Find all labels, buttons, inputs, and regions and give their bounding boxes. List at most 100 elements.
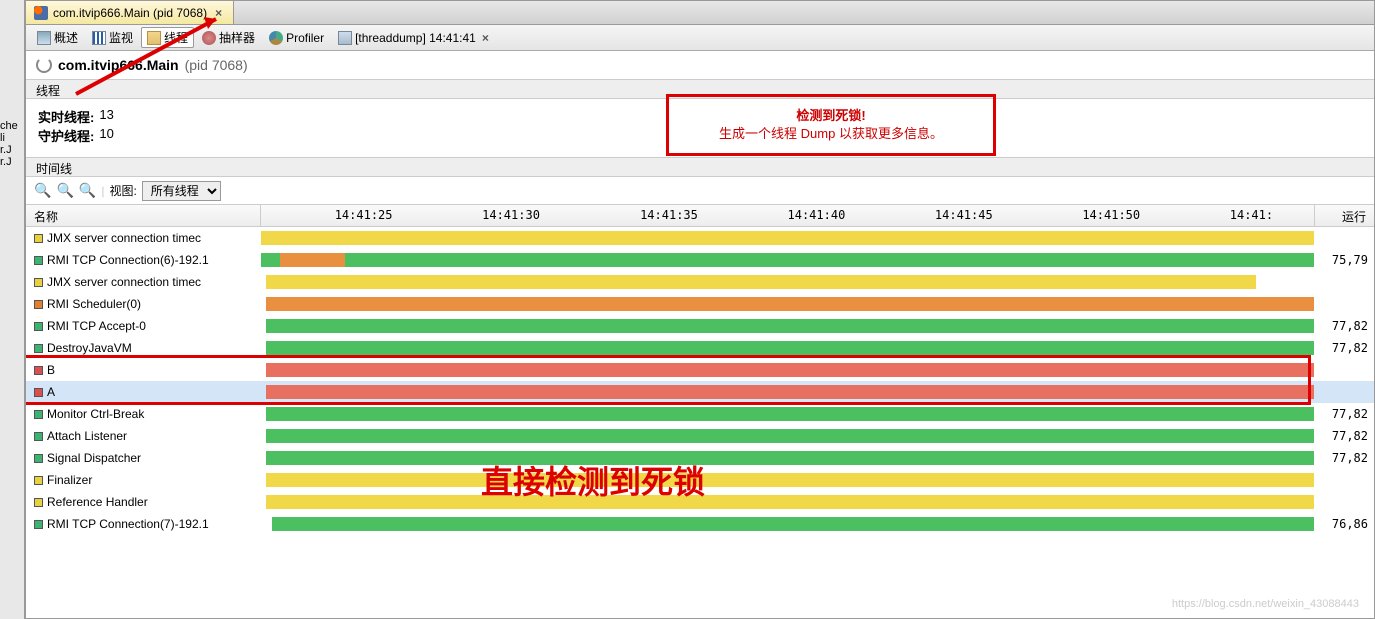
thread-name: Signal Dispatcher <box>47 451 141 465</box>
thread-row[interactable]: Reference Handler <box>26 491 1374 513</box>
deadlock-subtitle: 生成一个线程 Dump 以获取更多信息。 <box>719 126 943 141</box>
thread-name-cell: JMX server connection timec <box>26 231 261 245</box>
time-tick: 14:41:50 <box>1082 208 1140 222</box>
profiler-button[interactable]: Profiler <box>263 29 330 47</box>
thread-name-cell: Monitor Ctrl-Break <box>26 407 261 421</box>
thread-name: Monitor Ctrl-Break <box>47 407 144 421</box>
thread-name-cell: DestroyJavaVM <box>26 341 261 355</box>
thread-row[interactable]: B <box>26 359 1374 381</box>
thread-row[interactable]: JMX server connection timec <box>26 271 1374 293</box>
time-tick: 14:41:35 <box>640 208 698 222</box>
thread-row[interactable]: JMX server connection timec <box>26 227 1374 249</box>
status-square-icon <box>34 256 43 265</box>
thread-row[interactable]: Attach Listener 77,82 <box>26 425 1374 447</box>
toolbar: 概述 监视 线程 抽样器 Profiler [threaddump] 14:41… <box>26 25 1374 51</box>
thread-bar-cell <box>261 249 1314 271</box>
monitor-button[interactable]: 监视 <box>86 27 139 48</box>
thread-name-cell: Reference Handler <box>26 495 261 509</box>
run-value: 77,82 <box>1314 451 1374 465</box>
title-row: com.itvip666.Main (pid 7068) <box>26 51 1374 79</box>
time-column-header[interactable]: 14:41:2514:41:3014:41:3514:41:4014:41:45… <box>261 205 1314 226</box>
thread-name-cell: RMI TCP Connection(7)-192.1 <box>26 517 261 531</box>
thread-name-cell: JMX server connection timec <box>26 275 261 289</box>
view-label: 视图: <box>109 182 136 199</box>
thread-row[interactable]: RMI TCP Accept-0 77,82 <box>26 315 1374 337</box>
view-select[interactable]: 所有线程 <box>142 181 221 201</box>
time-tick: 14:41: <box>1230 208 1273 222</box>
thread-row[interactable]: Monitor Ctrl-Break77,82 <box>26 403 1374 425</box>
name-column-header[interactable]: 名称 <box>26 205 261 226</box>
thread-name-cell: Signal Dispatcher <box>26 451 261 465</box>
thread-row[interactable]: DestroyJavaVM 77,82 <box>26 337 1374 359</box>
thread-name: Attach Listener <box>47 429 127 443</box>
thread-grid: 名称 14:41:2514:41:3014:41:3514:41:4014:41… <box>26 205 1374 585</box>
thread-bar <box>266 473 1314 487</box>
overview-icon <box>37 31 51 45</box>
status-square-icon <box>34 520 43 529</box>
deadlock-title: 检测到死锁! <box>796 108 865 123</box>
thread-row[interactable]: RMI Scheduler(0) <box>26 293 1374 315</box>
close-icon[interactable]: × <box>479 31 492 45</box>
zoom-fit-icon[interactable]: 🔍 <box>79 182 96 199</box>
run-column-header[interactable]: 运行 <box>1314 205 1374 226</box>
thread-name: B <box>47 363 55 377</box>
status-square-icon <box>34 476 43 485</box>
deadlock-warning: 检测到死锁! 生成一个线程 Dump 以获取更多信息。 <box>666 94 996 156</box>
sampler-button[interactable]: 抽样器 <box>196 27 261 48</box>
time-tick: 14:41:30 <box>482 208 540 222</box>
close-icon[interactable]: × <box>212 6 225 20</box>
status-square-icon <box>34 454 43 463</box>
status-square-icon <box>34 278 43 287</box>
left-panel-edge: che li r.J r.J <box>0 0 25 619</box>
status-square-icon <box>34 410 43 419</box>
thread-bar <box>261 253 280 267</box>
time-tick: 14:41:45 <box>935 208 993 222</box>
run-value: 75,79 <box>1314 253 1374 267</box>
thread-bar-cell <box>261 491 1314 513</box>
thread-bar-cell <box>261 513 1314 535</box>
thread-bar-cell <box>261 469 1314 491</box>
threaddump-button[interactable]: [threaddump] 14:41:41 × <box>332 29 498 47</box>
refresh-icon[interactable] <box>36 57 52 73</box>
thread-bar <box>266 385 1314 399</box>
threads-button[interactable]: 线程 <box>141 27 194 48</box>
tab-bar: com.itvip666.Main (pid 7068) × <box>26 1 1374 25</box>
zoom-in-icon[interactable]: 🔍 <box>34 182 51 199</box>
timeline-section-header: 时间线 <box>26 157 1374 177</box>
thread-row[interactable]: Finalizer <box>26 469 1374 491</box>
status-square-icon <box>34 344 43 353</box>
thread-bar-cell <box>261 447 1314 469</box>
thread-bar <box>280 253 345 267</box>
run-value: 77,82 <box>1314 429 1374 443</box>
java-icon <box>34 6 48 20</box>
main-panel: com.itvip666.Main (pid 7068) × 概述 监视 线程 … <box>25 0 1375 619</box>
overview-button[interactable]: 概述 <box>31 27 84 48</box>
thread-bar <box>266 297 1314 311</box>
status-square-icon <box>34 498 43 507</box>
run-value: 77,82 <box>1314 319 1374 333</box>
thread-name: JMX server connection timec <box>47 275 201 289</box>
live-threads-value: 13 <box>99 107 113 126</box>
status-square-icon <box>34 322 43 331</box>
monitor-icon <box>92 31 106 45</box>
thread-name: Finalizer <box>47 473 92 487</box>
daemon-threads-label: 守护线程: <box>38 126 94 145</box>
thread-name-cell: RMI TCP Accept-0 <box>26 319 261 333</box>
time-tick: 14:41:25 <box>335 208 393 222</box>
thread-name-cell: RMI TCP Connection(6)-192.1 <box>26 253 261 267</box>
thread-row[interactable]: RMI TCP Connection(6)-192.1 75,79 <box>26 249 1374 271</box>
thread-bar <box>266 451 1314 465</box>
main-tab[interactable]: com.itvip666.Main (pid 7068) × <box>26 1 234 24</box>
status-square-icon <box>34 234 43 243</box>
thread-bar <box>266 275 1256 289</box>
thread-bar <box>266 495 1314 509</box>
zoom-out-icon[interactable]: 🔍 <box>56 182 73 199</box>
thread-name-cell: A <box>26 385 261 399</box>
sampler-icon <box>202 31 216 45</box>
timeline-toolbar: 🔍 🔍 🔍 | 视图: 所有线程 <box>26 177 1374 205</box>
thread-row[interactable]: RMI TCP Connection(7)-192.176,86 <box>26 513 1374 535</box>
thread-row[interactable]: A <box>26 381 1374 403</box>
thread-row[interactable]: Signal Dispatcher 77,82 <box>26 447 1374 469</box>
run-value: 77,82 <box>1314 341 1374 355</box>
thread-bar-cell <box>261 359 1314 381</box>
